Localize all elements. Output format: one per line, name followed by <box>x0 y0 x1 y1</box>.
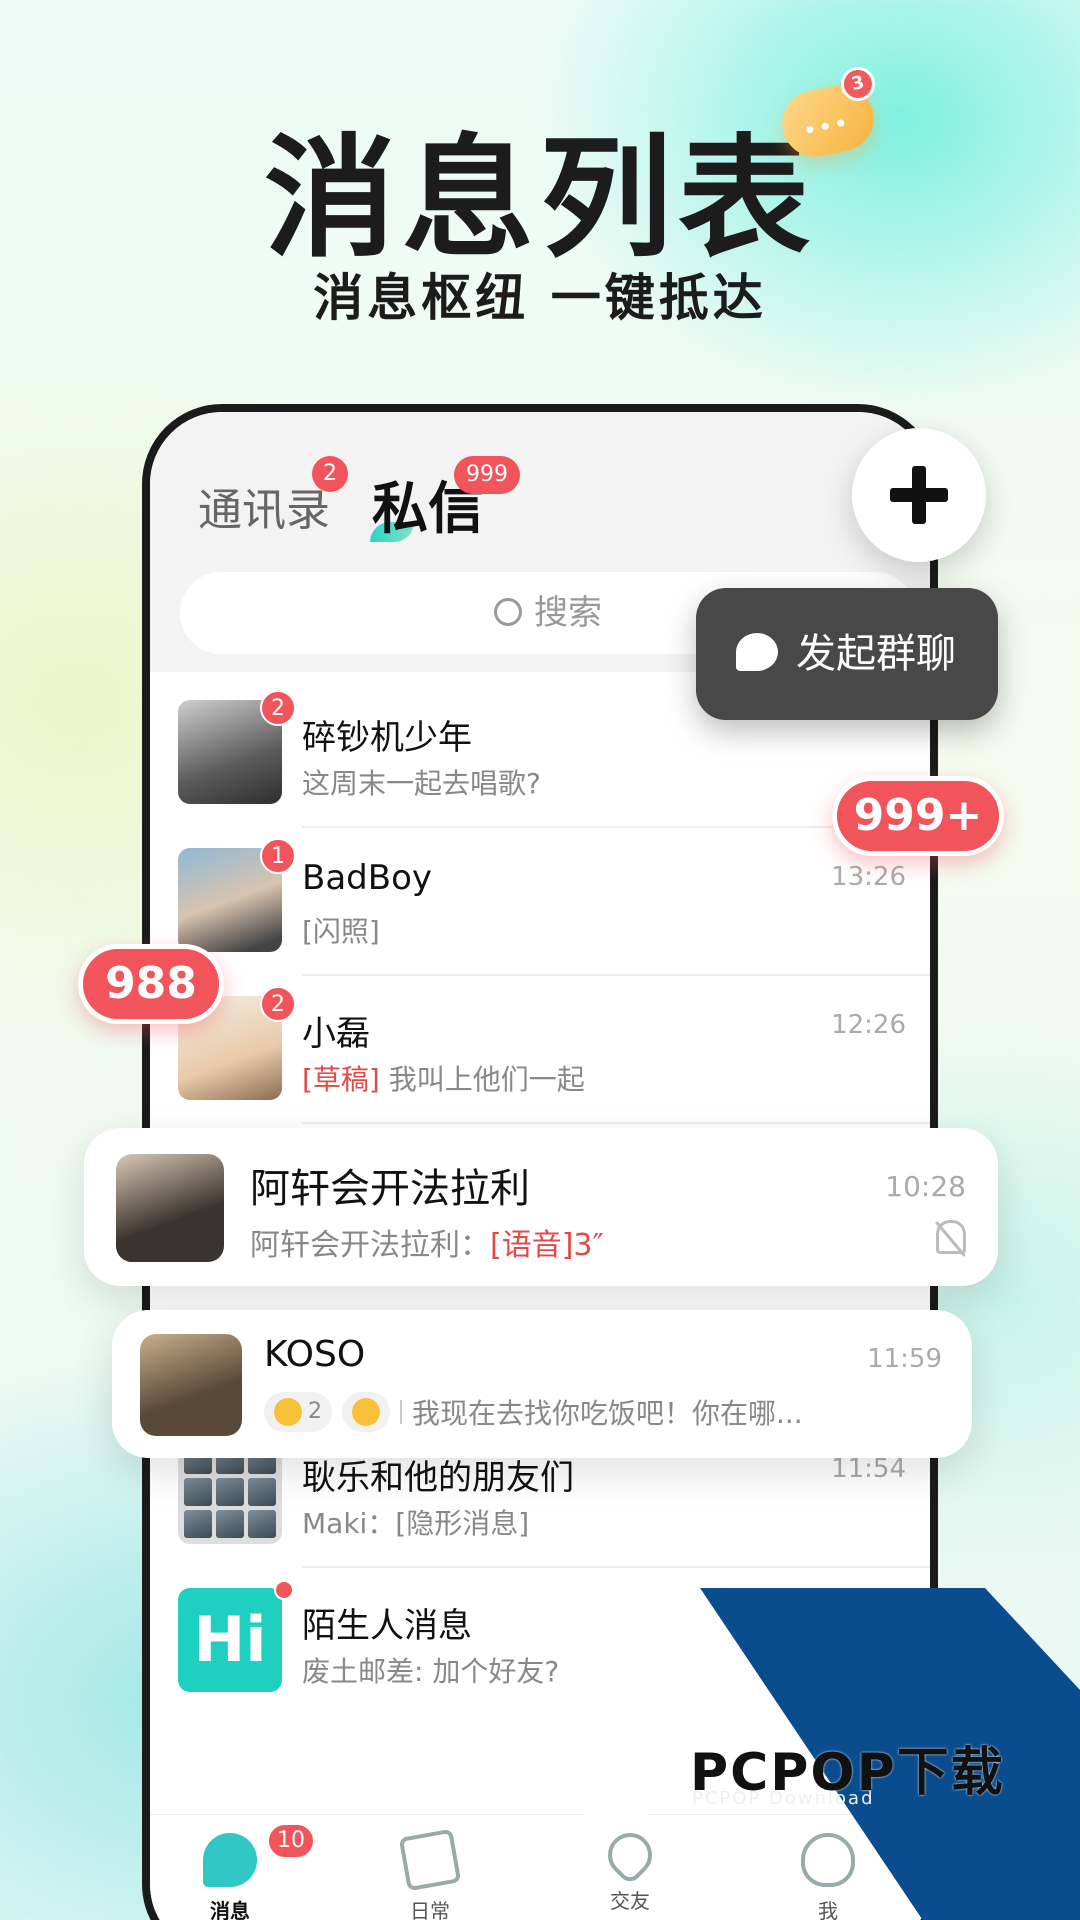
reaction-row: 2 我现在去找你吃饭吧！你在哪... <box>264 1392 803 1432</box>
emoji-icon <box>274 1398 302 1426</box>
reaction-chip[interactable]: 2 <box>264 1392 332 1432</box>
floating-unread-badge-left: 988 <box>78 944 224 1024</box>
add-button[interactable] <box>852 428 986 562</box>
watermark-sub: PCPOP Download <box>692 1788 875 1809</box>
me-icon <box>801 1833 855 1887</box>
unread-badge: 2 <box>260 986 296 1022</box>
conversation-name: BadBoy <box>302 858 432 898</box>
unread-dot <box>274 1580 294 1600</box>
conversation-name: KOSO <box>264 1334 366 1375</box>
laugh-emoji-icon <box>352 1398 380 1426</box>
conversation-time: 12:26 <box>831 1010 906 1040</box>
search-placeholder: 搜索 <box>534 593 602 633</box>
list-item[interactable]: 2 小磊 [草稿] 我叫上他们一起 12:26 <box>150 976 930 1124</box>
conversation-time: 11:54 <box>831 1454 906 1484</box>
pinned-conversation-card[interactable]: 阿轩会开法拉利 阿轩会开法拉利：[语音]3″ 10:28 <box>84 1128 998 1286</box>
start-group-chat-button[interactable]: 发起群聊 <box>696 588 998 720</box>
conversation-preview: 阿轩会开法拉利：[语音]3″ <box>250 1228 604 1263</box>
conversation-preview: 这周末一起去唱歌? <box>302 767 541 800</box>
dm-badge: 999 <box>454 456 520 494</box>
voice-tag: [语音]3″ <box>490 1228 604 1263</box>
message-icon: 10 <box>203 1823 315 1887</box>
reaction-chip[interactable] <box>342 1392 390 1432</box>
conversation-preview: Maki：[隐形消息] <box>302 1507 530 1540</box>
reaction-conversation-card[interactable]: KOSO 11:59 2 我现在去找你吃饭吧！你在哪... <box>112 1310 972 1458</box>
conversation-preview: [闪照] <box>302 915 380 948</box>
hero-subtitle: 消息枢纽 一键抵达 <box>313 269 767 327</box>
muted-bell-icon <box>936 1220 966 1254</box>
watermark-logo-icon <box>584 1708 680 1818</box>
avatar <box>116 1154 224 1262</box>
tab-friends[interactable]: 交友 <box>570 1823 690 1914</box>
unread-badge: 1 <box>260 838 296 874</box>
conversation-preview: 我现在去找你吃饭吧！你在哪... <box>412 1397 803 1430</box>
conversation-preview: 废土邮差: 加个好友? <box>302 1655 560 1688</box>
group-chat-icon <box>736 633 778 671</box>
tab-me[interactable]: 我 <box>768 1833 888 1920</box>
tab-messages[interactable]: 10 消息 <box>170 1823 315 1920</box>
avatar <box>140 1334 242 1436</box>
conversation-time: 10:28 <box>885 1170 966 1203</box>
tab-daily[interactable]: 日常 <box>370 1828 490 1920</box>
daily-icon <box>398 1828 462 1892</box>
unread-badge: 2 <box>260 690 296 726</box>
draft-tag: [草稿] <box>302 1063 380 1096</box>
messages-badge: 10 <box>267 1823 315 1859</box>
floating-unread-badge: 999+ <box>832 776 1004 856</box>
tab-contacts[interactable]: 通讯录 <box>198 474 330 538</box>
conversation-name: 阿轩会开法拉利 <box>250 1166 530 1212</box>
list-item[interactable]: 1 BadBoy [闪照] 13:26 <box>150 828 930 976</box>
conversation-name: 碎钞机少年 <box>302 718 472 758</box>
contacts-badge: 2 <box>312 456 348 492</box>
conversation-name: 陌生人消息 <box>302 1606 472 1646</box>
friends-icon <box>598 1823 662 1887</box>
bottom-tabbar: 10 消息 日常 交友 我 <box>150 1814 930 1920</box>
conversation-preview: [草稿] 我叫上他们一起 <box>302 1063 585 1096</box>
conversation-name: 小磊 <box>302 1014 370 1054</box>
conversation-time: 11:59 <box>867 1344 942 1374</box>
hero-title: 消息列表 <box>264 122 816 276</box>
search-icon <box>494 597 522 626</box>
conversation-time: 13:26 <box>831 862 906 892</box>
stranger-avatar: Hi <box>178 1588 282 1692</box>
